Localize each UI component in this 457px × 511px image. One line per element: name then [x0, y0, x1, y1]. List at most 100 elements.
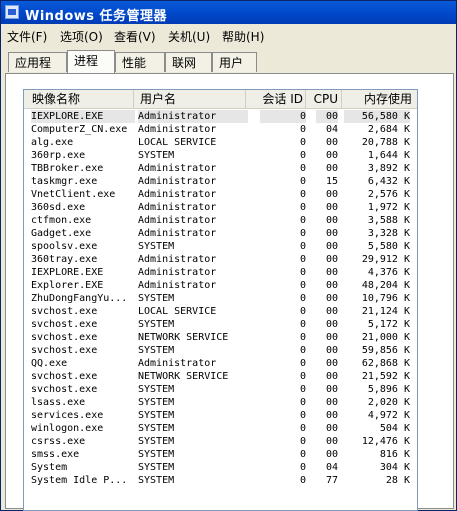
- tab-bar: 应用程序 进程 性能 联网 用户: [1, 50, 456, 90]
- tab-users[interactable]: 用户: [212, 52, 257, 72]
- cell-image-name: 360rp.exe: [31, 150, 86, 161]
- cell-cpu: 00: [325, 332, 338, 343]
- table-row[interactable]: Explorer.EXE Administrator 0 00 48,204 K: [24, 279, 417, 292]
- cell-cpu: 00: [325, 293, 338, 304]
- cell-image-name: ComputerZ_CN.exe: [31, 124, 128, 135]
- cell-user-name: SYSTEM: [138, 384, 175, 395]
- menu-options[interactable]: 选项(O): [60, 28, 103, 45]
- cell-user-name: SYSTEM: [138, 436, 175, 447]
- table-row[interactable]: TBBroker.exe Administrator 0 00 3,892 K: [24, 162, 417, 175]
- table-row[interactable]: 360rp.exe SYSTEM 0 00 1,644 K: [24, 149, 417, 162]
- cell-session-id: 0: [299, 449, 306, 460]
- table-row[interactable]: csrss.exe SYSTEM 0 00 12,476 K: [24, 435, 417, 448]
- cell-memory: 816 K: [379, 449, 410, 460]
- cell-session-id: 0: [299, 306, 306, 317]
- cell-memory: 5,896 K: [367, 384, 410, 395]
- cell-cpu: 00: [325, 228, 338, 239]
- table-row[interactable]: alg.exe LOCAL SERVICE 0 00 20,788 K: [24, 136, 417, 149]
- table-row[interactable]: svchost.exe SYSTEM 0 00 5,172 K: [24, 318, 417, 331]
- cell-memory: 6,432 K: [367, 176, 410, 187]
- cell-cpu: 00: [325, 267, 338, 278]
- column-cpu[interactable]: CPU: [306, 90, 342, 108]
- table-row[interactable]: IEXPLORE.EXE Administrator 0 00 4,376 K: [24, 266, 417, 279]
- table-row[interactable]: lsass.exe SYSTEM 0 00 2,020 K: [24, 396, 417, 409]
- cell-cpu: 00: [325, 189, 338, 200]
- cell-cpu: 00: [325, 150, 338, 161]
- cell-user-name: Administrator: [138, 228, 217, 239]
- table-row[interactable]: System SYSTEM 0 04 304 K: [24, 461, 417, 474]
- table-row[interactable]: IEXPLORE.EXE Administrator 0 00 56,580 K: [24, 110, 417, 123]
- cell-user-name: SYSTEM: [138, 397, 175, 408]
- tab-networking[interactable]: 联网: [165, 52, 212, 72]
- table-row[interactable]: svchost.exe SYSTEM 0 00 59,856 K: [24, 344, 417, 357]
- cell-session-id: 0: [299, 215, 306, 226]
- cell-session-id: 0: [299, 319, 306, 330]
- table-row[interactable]: services.exe SYSTEM 0 00 4,972 K: [24, 409, 417, 422]
- tab-applications[interactable]: 应用程序: [8, 52, 67, 90]
- cell-cpu: 00: [325, 345, 338, 356]
- title-bar[interactable]: Windows 任务管理器: [1, 1, 456, 24]
- cell-session-id: 0: [299, 202, 306, 213]
- menu-help[interactable]: 帮助(H): [222, 28, 264, 45]
- table-row[interactable]: VnetClient.exe Administrator 0 00 2,576 K: [24, 188, 417, 201]
- table-row[interactable]: svchost.exe SYSTEM 0 00 5,896 K: [24, 383, 417, 396]
- cell-image-name: svchost.exe: [31, 345, 98, 356]
- cell-user-name: Administrator: [138, 124, 217, 135]
- table-row[interactable]: taskmgr.exe Administrator 0 15 6,432 K: [24, 175, 417, 188]
- table-row[interactable]: 360sd.exe Administrator 0 00 1,972 K: [24, 201, 417, 214]
- cell-session-id: 0: [299, 189, 306, 200]
- column-image-name[interactable]: 映像名称: [24, 90, 134, 108]
- cell-user-name: Administrator: [138, 280, 217, 291]
- table-row[interactable]: smss.exe SYSTEM 0 00 816 K: [24, 448, 417, 461]
- table-row[interactable]: QQ.exe Administrator 0 00 62,868 K: [24, 357, 417, 370]
- table-row[interactable]: ComputerZ_CN.exe Administrator 0 04 2,684 K: [24, 123, 417, 136]
- cell-user-name: SYSTEM: [138, 423, 175, 434]
- menu-view[interactable]: 查看(V): [114, 28, 156, 45]
- cell-user-name: Administrator: [138, 358, 217, 369]
- table-row[interactable]: Gadget.exe Administrator 0 00 3,328 K: [24, 227, 417, 240]
- cell-memory: 304 K: [379, 462, 410, 473]
- column-user-name[interactable]: 用户名: [134, 90, 246, 108]
- cell-image-name: smss.exe: [31, 449, 80, 460]
- cell-memory: 21,124 K: [361, 306, 410, 317]
- table-row[interactable]: spoolsv.exe SYSTEM 0 00 5,580 K: [24, 240, 417, 253]
- cell-session-id: 0: [299, 293, 306, 304]
- table-row[interactable]: System Idle P... SYSTEM 0 77 28 K: [24, 474, 417, 487]
- tab-performance[interactable]: 性能: [115, 52, 165, 72]
- cell-image-name: IEXPLORE.EXE: [31, 267, 104, 278]
- cell-user-name: Administrator: [138, 254, 217, 265]
- table-row[interactable]: svchost.exe NETWORK SERVICE 0 00 21,592 K: [24, 370, 417, 383]
- cell-session-id: 0: [299, 462, 306, 473]
- cell-memory: 28 K: [385, 475, 410, 486]
- cell-cpu: 00: [325, 280, 338, 291]
- table-row[interactable]: ctfmon.exe Administrator 0 00 3,588 K: [24, 214, 417, 227]
- cell-user-name: SYSTEM: [138, 150, 175, 161]
- cell-session-id: 0: [299, 345, 306, 356]
- cell-image-name: System Idle P...: [31, 475, 128, 486]
- cell-user-name: Administrator: [138, 189, 217, 200]
- tab-processes[interactable]: 进程: [67, 50, 115, 73]
- column-memory[interactable]: 内存使用: [342, 90, 418, 108]
- cell-image-name: svchost.exe: [31, 371, 98, 382]
- cell-memory: 10,796 K: [361, 293, 410, 304]
- cell-memory: 21,592 K: [361, 371, 410, 382]
- cell-memory: 3,328 K: [367, 228, 410, 239]
- table-row[interactable]: svchost.exe LOCAL SERVICE 0 00 21,124 K: [24, 305, 417, 318]
- menu-file[interactable]: 文件(F): [7, 28, 47, 45]
- table-row[interactable]: svchost.exe NETWORK SERVICE 0 00 21,000 K: [24, 331, 417, 344]
- cell-cpu: 04: [325, 124, 338, 135]
- cell-user-name: Administrator: [138, 267, 217, 278]
- cell-memory: 5,172 K: [367, 319, 410, 330]
- process-list[interactable]: 映像名称 用户名 会话 ID CPU 内存使用 IEXPLORE.EXE Admi…: [23, 89, 418, 511]
- table-row[interactable]: 360tray.exe Administrator 0 00 29,912 K: [24, 253, 417, 266]
- cell-memory: 56,580 K: [344, 110, 410, 123]
- table-row[interactable]: ZhuDongFangYu... SYSTEM 0 00 10,796 K: [24, 292, 417, 305]
- cell-cpu: 00: [316, 110, 338, 123]
- cell-cpu: 00: [325, 358, 338, 369]
- cell-cpu: 00: [325, 163, 338, 174]
- table-row[interactable]: winlogon.exe SYSTEM 0 00 504 K: [24, 422, 417, 435]
- menu-shutdown[interactable]: 关机(U): [168, 28, 210, 45]
- column-session-id[interactable]: 会话 ID: [246, 90, 306, 108]
- cell-session-id: 0: [299, 267, 306, 278]
- cell-session-id: 0: [299, 163, 306, 174]
